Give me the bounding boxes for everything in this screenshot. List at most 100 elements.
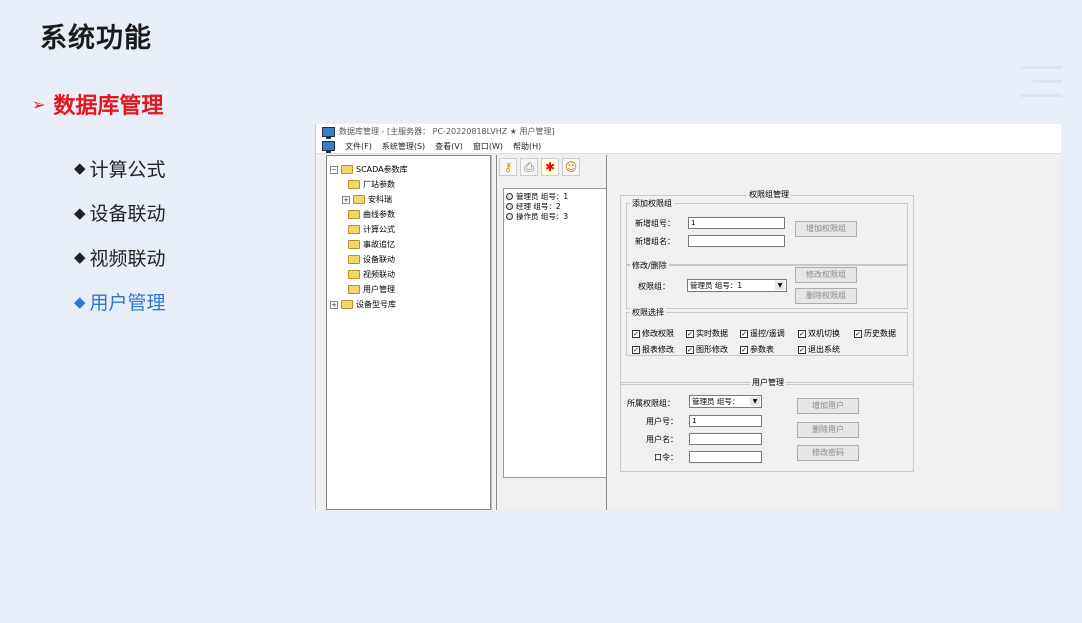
delete-user-button[interactable]: 删除用户 bbox=[797, 422, 859, 438]
tree-label: 曲线参数 bbox=[363, 210, 395, 219]
folder-icon bbox=[348, 210, 360, 219]
perm-label: 参数表 bbox=[750, 345, 774, 354]
expand-icon[interactable]: + bbox=[330, 300, 338, 309]
user-mgmt-title: 用户管理 bbox=[750, 377, 786, 388]
tree-label: 视频联动 bbox=[363, 270, 395, 279]
tree-item[interactable]: 厂站参数 bbox=[330, 177, 408, 192]
tree-pane: − SCADA参数库 厂站参数 + 安科瑞 曲线参数 计算公式 事故追忆 设备联动 … bbox=[326, 155, 491, 510]
tree-label: 设备联动 bbox=[363, 255, 395, 264]
check-icon[interactable]: ✓ bbox=[798, 345, 806, 354]
tree-item-root[interactable]: − SCADA参数库 bbox=[330, 162, 408, 177]
window-title: 数据库管理 - [主服务器： PC-20220818LVHZ ★ 用户管理] bbox=[339, 127, 555, 136]
tree-item[interactable]: 计算公式 bbox=[330, 222, 408, 237]
add-group-title: 添加权限组 bbox=[630, 198, 674, 209]
expand-icon[interactable]: + bbox=[342, 195, 350, 204]
perm-checkbox[interactable]: ✓ 遥控/遥调 bbox=[740, 328, 785, 339]
tree-item[interactable]: 设备联动 bbox=[330, 252, 408, 267]
menu-file[interactable]: 文件(F) bbox=[345, 141, 372, 152]
modify-group-button[interactable]: 修改权限组 bbox=[795, 267, 857, 283]
perm-checkbox[interactable]: ✓ 参数表 bbox=[740, 344, 774, 355]
group-select[interactable]: 管理员 组号：1 ▼ bbox=[687, 279, 787, 292]
list-item[interactable]: 管理员 组号：1 bbox=[506, 191, 604, 201]
perm-label: 遥控/遥调 bbox=[750, 329, 785, 338]
section-title-text: 数据库管理 bbox=[53, 94, 164, 119]
user-name-input[interactable] bbox=[689, 433, 762, 445]
run-icon[interactable]: ✱ bbox=[541, 158, 559, 176]
perm-label: 双机切换 bbox=[808, 329, 840, 338]
list-item[interactable]: 操作员 组号：3 bbox=[506, 211, 604, 221]
bullet-text: 设备联动 bbox=[89, 203, 166, 226]
tree-item[interactable]: + 安科瑞 bbox=[330, 192, 408, 207]
perm-checkbox[interactable]: ✓ 报表修改 bbox=[632, 344, 674, 355]
arrow-icon: ➢ bbox=[32, 94, 46, 114]
new-no-input[interactable]: 1 bbox=[688, 217, 785, 229]
check-icon[interactable]: ✓ bbox=[632, 345, 640, 354]
tree-label: 安科瑞 bbox=[368, 195, 392, 204]
smiley-icon[interactable]: ☺ bbox=[562, 158, 580, 176]
user-no-label: 用户号： bbox=[646, 417, 678, 426]
group-list[interactable]: 管理员 组号：1 经理 组号：2 操作员 组号：3 bbox=[503, 188, 607, 478]
tree-item[interactable]: 视频联动 bbox=[330, 267, 408, 282]
password-input[interactable] bbox=[689, 451, 762, 463]
folder-icon bbox=[348, 255, 360, 264]
user-no-input[interactable]: 1 bbox=[689, 415, 762, 427]
perm-label: 修改权限 bbox=[642, 329, 674, 338]
bullet-item: ◆ 计算公式 bbox=[74, 146, 166, 191]
bullet-text: 用户管理 bbox=[89, 292, 166, 315]
check-icon[interactable]: ✓ bbox=[686, 345, 694, 354]
dropdown-arrow-icon[interactable]: ▼ bbox=[750, 397, 760, 406]
perms-title: 权限选择 bbox=[630, 307, 666, 318]
perm-checkbox[interactable]: ✓ 历史数据 bbox=[854, 328, 896, 339]
user-group-select[interactable]: 管理员 组号： ▼ bbox=[689, 395, 762, 408]
pane-splitter[interactable] bbox=[491, 155, 497, 510]
check-icon[interactable]: ✓ bbox=[632, 329, 640, 338]
section-title: ➢ 数据库管理 bbox=[32, 88, 163, 120]
group-select-value: 管理员 组号：1 bbox=[690, 281, 743, 290]
user-icon bbox=[506, 202, 513, 210]
perm-checkbox[interactable]: ✓ 双机切换 bbox=[798, 328, 840, 339]
list-item[interactable]: 经理 组号：2 bbox=[506, 201, 604, 211]
menu-help[interactable]: 帮助(H) bbox=[513, 141, 541, 152]
tree-item-sibling[interactable]: + 设备型号库 bbox=[330, 297, 408, 312]
perm-checkbox[interactable]: ✓ 退出系统 bbox=[798, 344, 840, 355]
check-icon[interactable]: ✓ bbox=[740, 329, 748, 338]
change-password-button[interactable]: 修改密码 bbox=[797, 445, 859, 461]
dropdown-arrow-icon[interactable]: ▼ bbox=[775, 281, 785, 290]
new-name-label: 新增组名： bbox=[635, 237, 675, 246]
printer-icon[interactable]: ⎙ bbox=[520, 158, 538, 176]
menu-bar: 文件(F) 系统管理(S) 查看(V) 窗口(W) 帮助(H) bbox=[316, 139, 1061, 154]
tree-label: 厂站参数 bbox=[363, 180, 395, 189]
check-icon[interactable]: ✓ bbox=[740, 345, 748, 354]
key-icon[interactable]: ⚷ bbox=[499, 158, 517, 176]
folder-icon bbox=[348, 180, 360, 189]
new-name-input[interactable] bbox=[688, 235, 785, 247]
add-user-button[interactable]: 增加用户 bbox=[797, 398, 859, 414]
menu-view[interactable]: 查看(V) bbox=[435, 141, 463, 152]
add-group-button[interactable]: 增加权限组 bbox=[795, 221, 857, 237]
bullet-text: 视频联动 bbox=[89, 247, 166, 270]
perm-checkbox[interactable]: ✓ 实时数据 bbox=[686, 328, 728, 339]
tree-label: 设备型号库 bbox=[356, 300, 396, 309]
user-name-label: 用户名： bbox=[646, 435, 678, 444]
modify-group-title: 修改/删除 bbox=[630, 260, 669, 271]
check-icon[interactable]: ✓ bbox=[854, 329, 862, 338]
menu-window[interactable]: 窗口(W) bbox=[473, 141, 503, 152]
check-icon[interactable]: ✓ bbox=[686, 329, 694, 338]
perm-checkbox[interactable]: ✓ 图形修改 bbox=[686, 344, 728, 355]
perm-checkbox[interactable]: ✓ 修改权限 bbox=[632, 328, 674, 339]
tree-item-selected[interactable]: 用户管理 bbox=[330, 282, 408, 297]
slide-title: 系统功能 bbox=[40, 23, 152, 54]
menu-system[interactable]: 系统管理(S) bbox=[382, 141, 425, 152]
tree-item[interactable]: 曲线参数 bbox=[330, 207, 408, 222]
delete-group-button[interactable]: 删除权限组 bbox=[795, 288, 857, 304]
group-label: 权限组： bbox=[638, 282, 670, 291]
collapse-icon[interactable]: − bbox=[330, 165, 338, 174]
folder-icon bbox=[348, 270, 360, 279]
monitor-icon[interactable] bbox=[322, 141, 335, 153]
check-icon[interactable]: ✓ bbox=[798, 329, 806, 338]
diamond-icon: ◆ bbox=[74, 203, 86, 222]
perm-group-mgmt-title: 权限组管理 bbox=[747, 189, 791, 200]
perm-label: 历史数据 bbox=[864, 329, 896, 338]
folder-icon bbox=[348, 225, 360, 234]
tree-item[interactable]: 事故追忆 bbox=[330, 237, 408, 252]
